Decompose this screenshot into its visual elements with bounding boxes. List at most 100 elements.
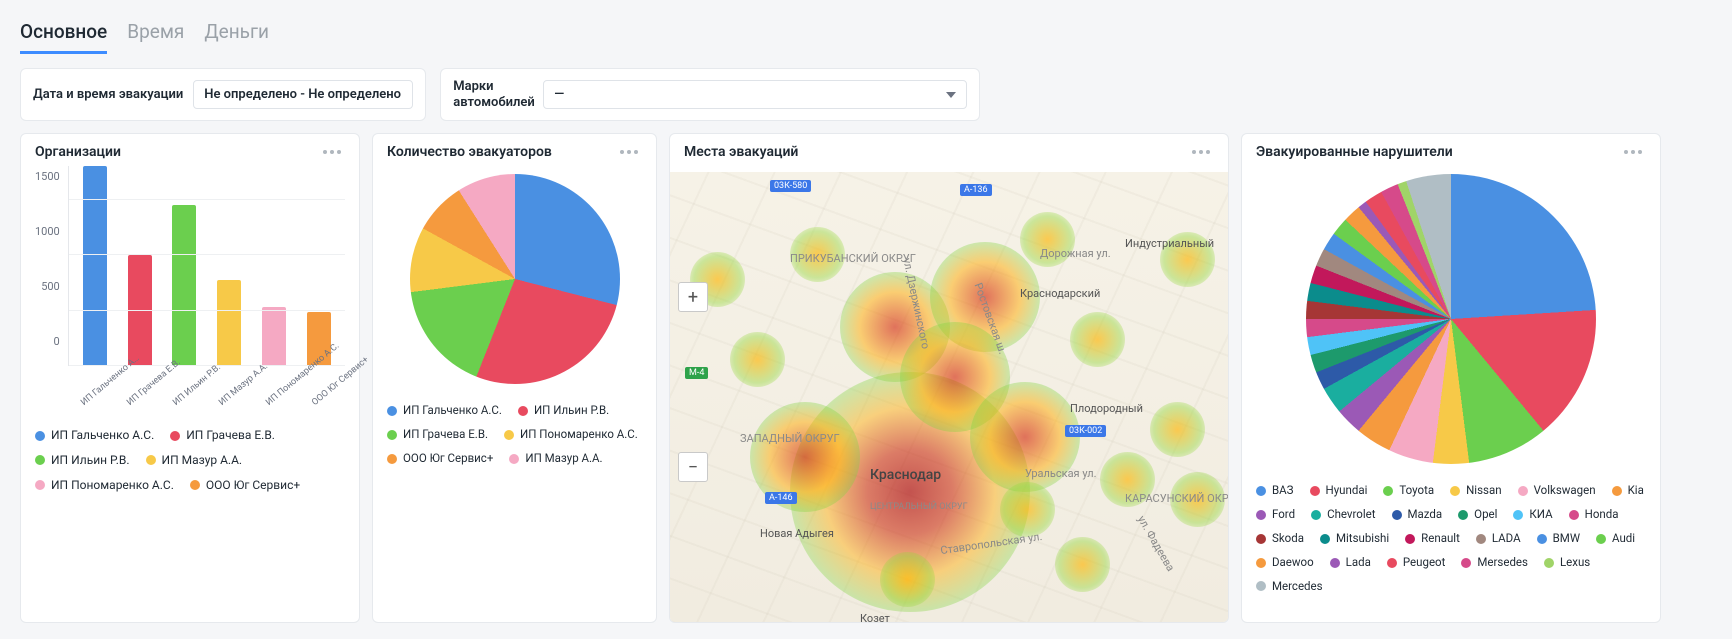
filter-brands-select[interactable]: — <box>554 87 564 102</box>
legend-item[interactable]: ИП Грачева Е.В. <box>170 424 275 447</box>
legend-label: Peugeot <box>1403 552 1446 574</box>
card-violators: Эвакуированные нарушители ВАЗHyundaiToyo… <box>1241 133 1661 623</box>
legend-item[interactable]: Nissan <box>1450 480 1501 502</box>
card-violators-menu[interactable] <box>1620 146 1646 158</box>
legend-label: Volkswagen <box>1534 480 1596 502</box>
legend-item[interactable]: Mitsubishi <box>1320 528 1389 550</box>
legend-swatch <box>1256 558 1266 568</box>
map-place-label: Новая Адыгея <box>760 527 834 540</box>
legend-item[interactable]: ИП Мазур А.А. <box>509 448 602 470</box>
legend-swatch <box>1311 510 1321 520</box>
legend-label: Nissan <box>1466 480 1501 502</box>
legend-swatch <box>1612 486 1622 496</box>
legend-label: Mazda <box>1408 504 1443 526</box>
legend-item[interactable]: Opel <box>1458 504 1497 526</box>
chevron-down-icon <box>946 92 956 98</box>
legend-item[interactable]: Renault <box>1405 528 1460 550</box>
legend-item[interactable]: Hyundai <box>1310 480 1368 502</box>
map-place-label: Плодородный <box>1070 402 1143 415</box>
legend-label: Kia <box>1628 480 1644 502</box>
legend-item[interactable]: Mersedes <box>1461 552 1528 574</box>
legend-item[interactable]: Lexus <box>1544 552 1590 574</box>
filter-brands-label: Марки автомобилей <box>453 79 533 110</box>
bar[interactable] <box>262 307 286 366</box>
legend-swatch <box>35 480 45 490</box>
legend-label: ИП Пономаренко А.С. <box>520 424 638 446</box>
bar[interactable] <box>217 280 241 367</box>
map-street-label: Уральская ул. <box>1025 467 1097 480</box>
places-heatmap[interactable]: + − Краснодар ПРИКУБАНСКИЙ ОКРУГ ЗАПАДНЫ… <box>670 172 1228 622</box>
card-orgs-title: Организации <box>35 144 121 160</box>
legend-swatch <box>190 480 200 490</box>
legend-item[interactable]: Peugeot <box>1387 552 1446 574</box>
map-district-label: КАРАСУНСКИЙ ОКРУГ <box>1125 492 1229 505</box>
legend-item[interactable]: Chevrolet <box>1311 504 1375 526</box>
x-axis-label: ИП Ильин Р.В. <box>172 372 212 408</box>
map-place-label: Индустриальный <box>1125 237 1214 250</box>
legend-item[interactable]: Honda <box>1569 504 1619 526</box>
legend-item[interactable]: Ford <box>1256 504 1295 526</box>
legend-label: Lada <box>1346 552 1371 574</box>
legend-swatch <box>1256 510 1266 520</box>
legend-label: ООО Юг Сервис+ <box>403 448 493 470</box>
legend-item[interactable]: Skoda <box>1256 528 1304 550</box>
filters-row: Дата и время эвакуации Не определено - Н… <box>20 68 1712 121</box>
legend-item[interactable]: Mercedes <box>1256 576 1323 598</box>
legend-item[interactable]: Mazda <box>1392 504 1443 526</box>
legend-item[interactable]: ИП Гальченко А.С. <box>387 400 502 422</box>
legend-item[interactable]: BMW <box>1537 528 1580 550</box>
map-zoom-out-button[interactable]: − <box>678 452 708 482</box>
legend-item[interactable]: ВАЗ <box>1256 480 1294 502</box>
orgs-bar-chart: 150010005000 ИП Гальченко А…ИП Грачева Е… <box>35 166 345 416</box>
card-orgs-menu[interactable] <box>319 146 345 158</box>
legend-swatch <box>1513 510 1523 520</box>
map-zoom-in-button[interactable]: + <box>678 282 708 312</box>
legend-label: LADA <box>1492 528 1521 550</box>
legend-label: Mitsubishi <box>1336 528 1389 550</box>
bar[interactable] <box>83 166 107 366</box>
card-orgs: Организации 150010005000 ИП Гальченко А…… <box>20 133 360 623</box>
legend-item[interactable]: Daewoo <box>1256 552 1314 574</box>
legend-label: ИП Гальченко А.С. <box>403 400 502 422</box>
tab-main[interactable]: Основное <box>20 16 107 54</box>
legend-label: Daewoo <box>1272 552 1314 574</box>
legend-item[interactable]: LADA <box>1476 528 1521 550</box>
legend-item[interactable]: ООО Юг Сервис+ <box>190 474 300 497</box>
x-axis-label: ИП Грачева Е.В. <box>125 372 165 408</box>
filter-brands: Марки автомобилей — <box>440 68 980 121</box>
legend-label: ООО Юг Сервис+ <box>206 474 300 497</box>
map-place-label: Козет <box>860 612 890 623</box>
tab-time[interactable]: Время <box>127 16 184 54</box>
legend-swatch <box>1458 510 1468 520</box>
legend-item[interactable]: Lada <box>1330 552 1371 574</box>
filter-date-input[interactable]: Не определено - Не определено <box>193 80 413 109</box>
legend-item[interactable]: ИП Пономаренко А.С. <box>35 474 174 497</box>
legend-label: ИП Мазур А.А. <box>525 448 602 470</box>
legend-swatch <box>1544 558 1554 568</box>
legend-item[interactable]: Toyota <box>1383 480 1434 502</box>
tab-money[interactable]: Деньги <box>204 16 269 54</box>
legend-swatch <box>387 406 397 416</box>
legend-swatch <box>1405 534 1415 544</box>
card-towtrucks-menu[interactable] <box>616 146 642 158</box>
legend-swatch <box>1569 510 1579 520</box>
legend-label: BMW <box>1553 528 1580 550</box>
legend-item[interactable]: ИП Грачева Е.В. <box>387 424 488 446</box>
legend-item[interactable]: КИА <box>1513 504 1552 526</box>
bar[interactable] <box>172 205 196 366</box>
legend-item[interactable]: ИП Пономаренко А.С. <box>504 424 638 446</box>
legend-item[interactable]: Kia <box>1612 480 1644 502</box>
legend-item[interactable]: ИП Мазур А.А. <box>146 449 243 472</box>
legend-label: ИП Грачева Е.В. <box>186 424 275 447</box>
legend-item[interactable]: Volkswagen <box>1518 480 1596 502</box>
legend-label: Chevrolet <box>1327 504 1375 526</box>
legend-swatch <box>1596 534 1606 544</box>
card-places-menu[interactable] <box>1188 146 1214 158</box>
legend-item[interactable]: ООО Юг Сервис+ <box>387 448 493 470</box>
legend-swatch <box>146 455 156 465</box>
legend-item[interactable]: Audi <box>1596 528 1635 550</box>
legend-item[interactable]: ИП Ильин Р.В. <box>518 400 609 422</box>
legend-item[interactable]: ИП Гальченко А.С. <box>35 424 154 447</box>
filter-date: Дата и время эвакуации Не определено - Н… <box>20 68 426 121</box>
legend-item[interactable]: ИП Ильин Р.В. <box>35 449 130 472</box>
